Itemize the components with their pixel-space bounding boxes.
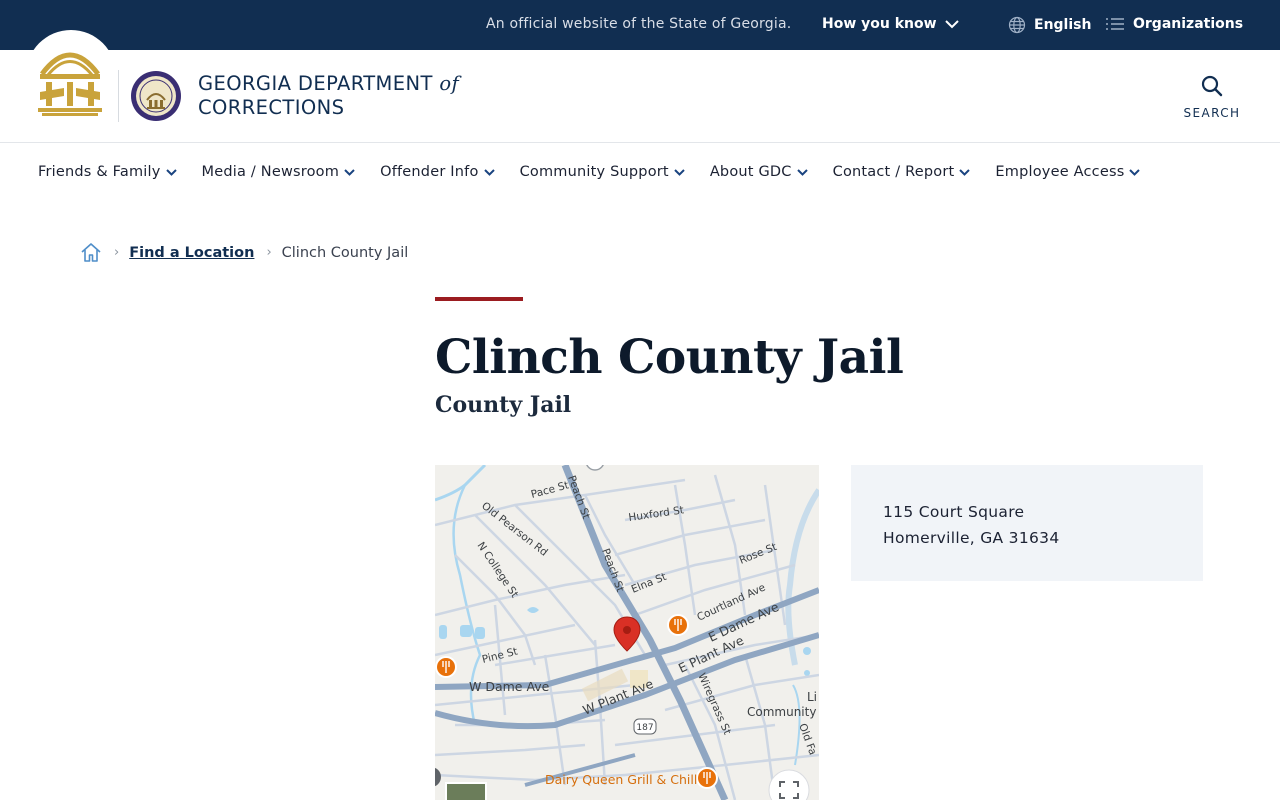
map-label-elna: Elna St bbox=[630, 571, 669, 596]
route-shield-label: 187 bbox=[636, 723, 653, 733]
address-line2: Homerville, GA 31634 bbox=[883, 529, 1060, 547]
agency-line2: CORRECTIONS bbox=[198, 96, 345, 119]
georgia-seal-logo[interactable] bbox=[36, 42, 104, 118]
address-card: 115 Court Square Homerville, GA 31634 bbox=[851, 465, 1203, 581]
search-icon bbox=[1201, 75, 1223, 97]
nav-item-label: Offender Info bbox=[380, 164, 479, 180]
globe-icon bbox=[1008, 16, 1026, 34]
nav-item-label: Contact / Report bbox=[832, 164, 955, 180]
organizations-label: Organizations bbox=[1133, 16, 1244, 32]
breadcrumb-find-location-link[interactable]: Find a Location bbox=[129, 245, 254, 261]
nav-item-label: Employee Access bbox=[995, 164, 1125, 180]
fullscreen-button[interactable] bbox=[768, 769, 810, 800]
restaurant-icon[interactable] bbox=[435, 656, 457, 678]
map-label-rose: Rose St bbox=[738, 541, 779, 567]
nav-item-about-gdc[interactable]: About GDC bbox=[710, 164, 808, 180]
address-line1: 115 Court Square bbox=[883, 503, 1025, 521]
satellite-toggle[interactable] bbox=[445, 782, 487, 800]
chevron-right-icon: › bbox=[266, 245, 272, 260]
how-you-know-label: How you know bbox=[822, 16, 937, 32]
how-you-know-toggle[interactable]: How you know bbox=[822, 16, 959, 32]
map-control[interactable] bbox=[435, 767, 441, 787]
gdc-seal-logo[interactable] bbox=[130, 70, 182, 122]
site-header: GEORGIA DEPARTMENT of CORRECTIONS SEARCH bbox=[0, 30, 1280, 143]
home-icon[interactable] bbox=[80, 242, 102, 263]
map-poi-label[interactable]: Dairy Queen Grill & Chill bbox=[545, 772, 697, 787]
page-subtitle: County Jail bbox=[435, 392, 572, 418]
chevron-down-icon bbox=[674, 168, 685, 176]
nav-item-friends-family[interactable]: Friends & Family bbox=[38, 164, 177, 180]
chevron-down-icon bbox=[959, 168, 971, 176]
map-label-w-dame: W Dame Ave bbox=[469, 679, 550, 694]
language-selector[interactable]: English bbox=[1008, 16, 1091, 34]
main-navigation: Friends & Family Media / Newsroom Offend… bbox=[0, 143, 1280, 205]
map-label-li: Li bbox=[807, 690, 817, 704]
restaurant-icon[interactable] bbox=[696, 767, 718, 789]
official-banner: An official website of the State of Geor… bbox=[0, 0, 1280, 50]
chevron-down-icon bbox=[344, 168, 355, 176]
search-button[interactable]: SEARCH bbox=[1180, 74, 1244, 122]
map-label-n-college: N College St bbox=[475, 540, 521, 600]
chevron-down-icon bbox=[944, 19, 959, 28]
map-label-wiregrass: Wiregrass St bbox=[695, 671, 733, 736]
map-label-huxford: Huxford St bbox=[628, 504, 685, 524]
nav-item-label: Community Support bbox=[519, 164, 669, 180]
map-label-old-fa: Old Fa bbox=[796, 722, 818, 757]
map-label-community: Community bbox=[747, 705, 816, 719]
nav-item-community-support[interactable]: Community Support bbox=[520, 164, 685, 180]
list-icon bbox=[1106, 18, 1124, 30]
location-map[interactable]: Pace St Peach St Peach St Huxford St Old… bbox=[435, 465, 819, 800]
nav-item-label: Media / Newsroom bbox=[201, 164, 340, 180]
nav-item-label: About GDC bbox=[709, 164, 792, 180]
logo-divider bbox=[118, 70, 119, 122]
map-marker-partial bbox=[586, 465, 604, 471]
nav-item-employee-access[interactable]: Employee Access bbox=[995, 164, 1141, 180]
restaurant-icon[interactable] bbox=[667, 614, 689, 636]
chevron-down-icon bbox=[165, 168, 177, 176]
title-accent-rule bbox=[435, 297, 523, 301]
location-pin-icon[interactable] bbox=[613, 616, 641, 652]
agency-name[interactable]: GEORGIA DEPARTMENT of CORRECTIONS bbox=[198, 72, 459, 120]
chevron-down-icon bbox=[796, 168, 808, 176]
nav-item-label: Friends & Family bbox=[38, 164, 161, 180]
breadcrumb-current: Clinch County Jail bbox=[281, 244, 409, 261]
chevron-down-icon bbox=[483, 168, 495, 176]
breadcrumb: › Find a Location › Clinch County Jail bbox=[80, 242, 408, 263]
nav-item-media-newsroom[interactable]: Media / Newsroom bbox=[202, 164, 356, 180]
chevron-right-icon: › bbox=[114, 245, 120, 260]
nav-item-offender-info[interactable]: Offender Info bbox=[380, 164, 495, 180]
language-label: English bbox=[1034, 17, 1092, 33]
chevron-down-icon bbox=[1129, 168, 1141, 176]
organizations-menu[interactable]: Organizations bbox=[1105, 16, 1243, 32]
page-title: Clinch County Jail bbox=[435, 330, 904, 385]
search-label: SEARCH bbox=[1183, 106, 1241, 120]
official-text: An official website of the State of Geor… bbox=[486, 16, 792, 32]
agency-line1: GEORGIA DEPARTMENT bbox=[198, 72, 433, 95]
nav-item-contact-report[interactable]: Contact / Report bbox=[833, 164, 971, 180]
map-canvas: Pace St Peach St Peach St Huxford St Old… bbox=[435, 465, 819, 800]
agency-of: of bbox=[439, 72, 460, 95]
